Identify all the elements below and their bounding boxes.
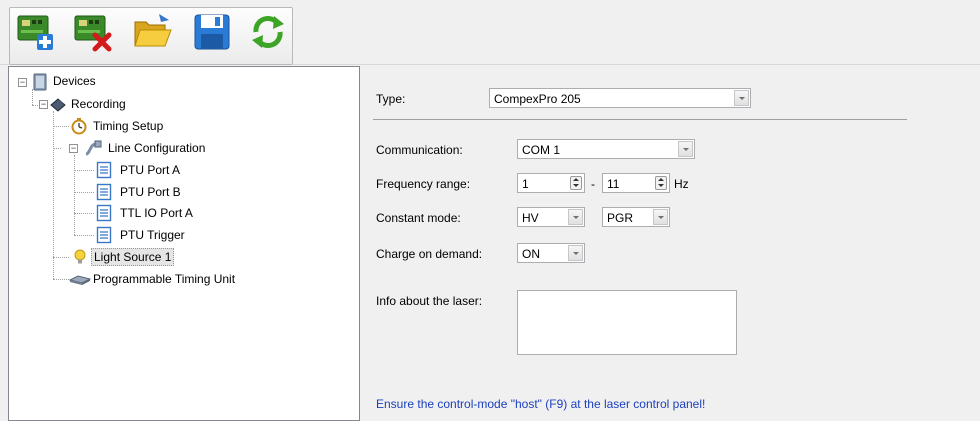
constant-mode-label: Constant mode: bbox=[376, 211, 461, 225]
save-icon bbox=[194, 14, 230, 50]
tree-item-programmable-timing-unit[interactable]: Programmable Timing Unit bbox=[9, 269, 329, 289]
save-button[interactable] bbox=[190, 10, 234, 54]
remove-device-icon bbox=[74, 15, 112, 52]
tree-item-ptu-port-b[interactable]: PTU Port B bbox=[9, 182, 209, 202]
tree-label: TTL IO Port A bbox=[120, 206, 193, 220]
port-icon bbox=[96, 183, 112, 201]
tree-item-ptu-trigger[interactable]: PTU Trigger bbox=[9, 225, 209, 245]
frequency-unit: Hz bbox=[674, 177, 689, 191]
collapse-toggle[interactable]: − bbox=[69, 144, 78, 153]
tree-label: Line Configuration bbox=[108, 141, 206, 155]
frequency-max-value: 11 bbox=[607, 177, 620, 191]
tree-item-timing-setup[interactable]: Timing Setup bbox=[9, 116, 209, 136]
port-icon bbox=[96, 204, 112, 222]
tree-item-line-configuration[interactable]: − Line Configuration bbox=[9, 138, 229, 158]
device-tree[interactable]: − Devices − Recording Timing Setup − Lin… bbox=[8, 66, 360, 421]
charge-on-demand-select[interactable]: ON bbox=[517, 243, 585, 263]
stopwatch-icon bbox=[71, 118, 87, 135]
collapse-toggle[interactable]: − bbox=[39, 100, 48, 109]
port-icon bbox=[96, 226, 112, 244]
frequency-min-spinner[interactable]: 1 bbox=[517, 173, 585, 193]
frequency-range-label: Frequency range: bbox=[376, 177, 471, 191]
constant-mode-value-2: PGR bbox=[607, 211, 634, 225]
tree-label: Devices bbox=[53, 74, 96, 88]
light-bulb-icon bbox=[74, 249, 86, 264]
cable-icon bbox=[85, 140, 102, 156]
frequency-max-spinner[interactable]: 11 bbox=[602, 173, 670, 193]
chevron-down-icon bbox=[653, 209, 668, 225]
tree-label: Timing Setup bbox=[93, 119, 164, 133]
laser-info-label: Info about the laser: bbox=[376, 294, 483, 308]
add-device-button[interactable] bbox=[13, 10, 57, 54]
constant-mode-value: HV bbox=[522, 211, 539, 225]
laser-info-textarea[interactable] bbox=[517, 290, 737, 355]
recording-icon bbox=[50, 98, 66, 112]
open-folder-icon bbox=[134, 14, 172, 47]
remove-device-button[interactable] bbox=[70, 10, 114, 54]
host-mode-hint: Ensure the control-mode "host" (F9) at t… bbox=[376, 397, 706, 411]
tree-item-ptu-port-a[interactable]: PTU Port A bbox=[9, 160, 209, 180]
type-value: CompexPro 205 bbox=[494, 92, 581, 106]
chevron-down-icon bbox=[678, 141, 693, 157]
chevron-down-icon bbox=[568, 245, 583, 261]
settings-pane: Type: CompexPro 205 Communication: COM 1… bbox=[361, 66, 980, 421]
tree-label: Light Source 1 bbox=[91, 248, 175, 266]
tree-label: PTU Trigger bbox=[120, 228, 185, 242]
collapse-toggle[interactable]: − bbox=[18, 78, 27, 87]
constant-mode-select-2[interactable]: PGR bbox=[602, 207, 670, 227]
tree-item-ttl-io-port-a[interactable]: TTL IO Port A bbox=[9, 203, 209, 223]
spinner-arrows-icon[interactable] bbox=[570, 176, 582, 190]
tree-item-light-source-1[interactable]: Light Source 1 bbox=[9, 247, 229, 267]
constant-mode-select[interactable]: HV bbox=[517, 207, 585, 227]
chevron-down-icon bbox=[734, 90, 749, 106]
frequency-min-value: 1 bbox=[522, 177, 529, 191]
charge-on-demand-label: Charge on demand: bbox=[376, 247, 483, 261]
refresh-icon bbox=[252, 16, 284, 48]
communication-select[interactable]: COM 1 bbox=[517, 139, 695, 159]
type-label: Type: bbox=[376, 92, 406, 106]
separator bbox=[373, 119, 907, 120]
tree-item-recording[interactable]: − Recording bbox=[9, 94, 209, 114]
add-device-icon bbox=[17, 15, 53, 50]
type-select[interactable]: CompexPro 205 bbox=[489, 88, 751, 108]
tree-label: PTU Port A bbox=[120, 163, 181, 177]
communication-label: Communication: bbox=[376, 143, 463, 157]
communication-value: COM 1 bbox=[522, 143, 561, 157]
tree-label: PTU Port B bbox=[120, 185, 181, 199]
chevron-down-icon bbox=[568, 209, 583, 225]
tree-item-devices[interactable]: − Devices bbox=[9, 73, 209, 93]
timing-unit-icon bbox=[69, 275, 91, 285]
tree-label: Programmable Timing Unit bbox=[93, 272, 236, 286]
devices-icon bbox=[33, 73, 47, 91]
spinner-arrows-icon[interactable] bbox=[655, 176, 667, 190]
tree-label: Recording bbox=[71, 97, 126, 111]
port-icon bbox=[96, 161, 112, 179]
toolbar bbox=[0, 0, 980, 65]
refresh-button[interactable] bbox=[246, 10, 290, 54]
charge-on-demand-value: ON bbox=[522, 247, 540, 261]
frequency-range-separator: - bbox=[591, 177, 595, 191]
open-button[interactable] bbox=[131, 10, 175, 54]
